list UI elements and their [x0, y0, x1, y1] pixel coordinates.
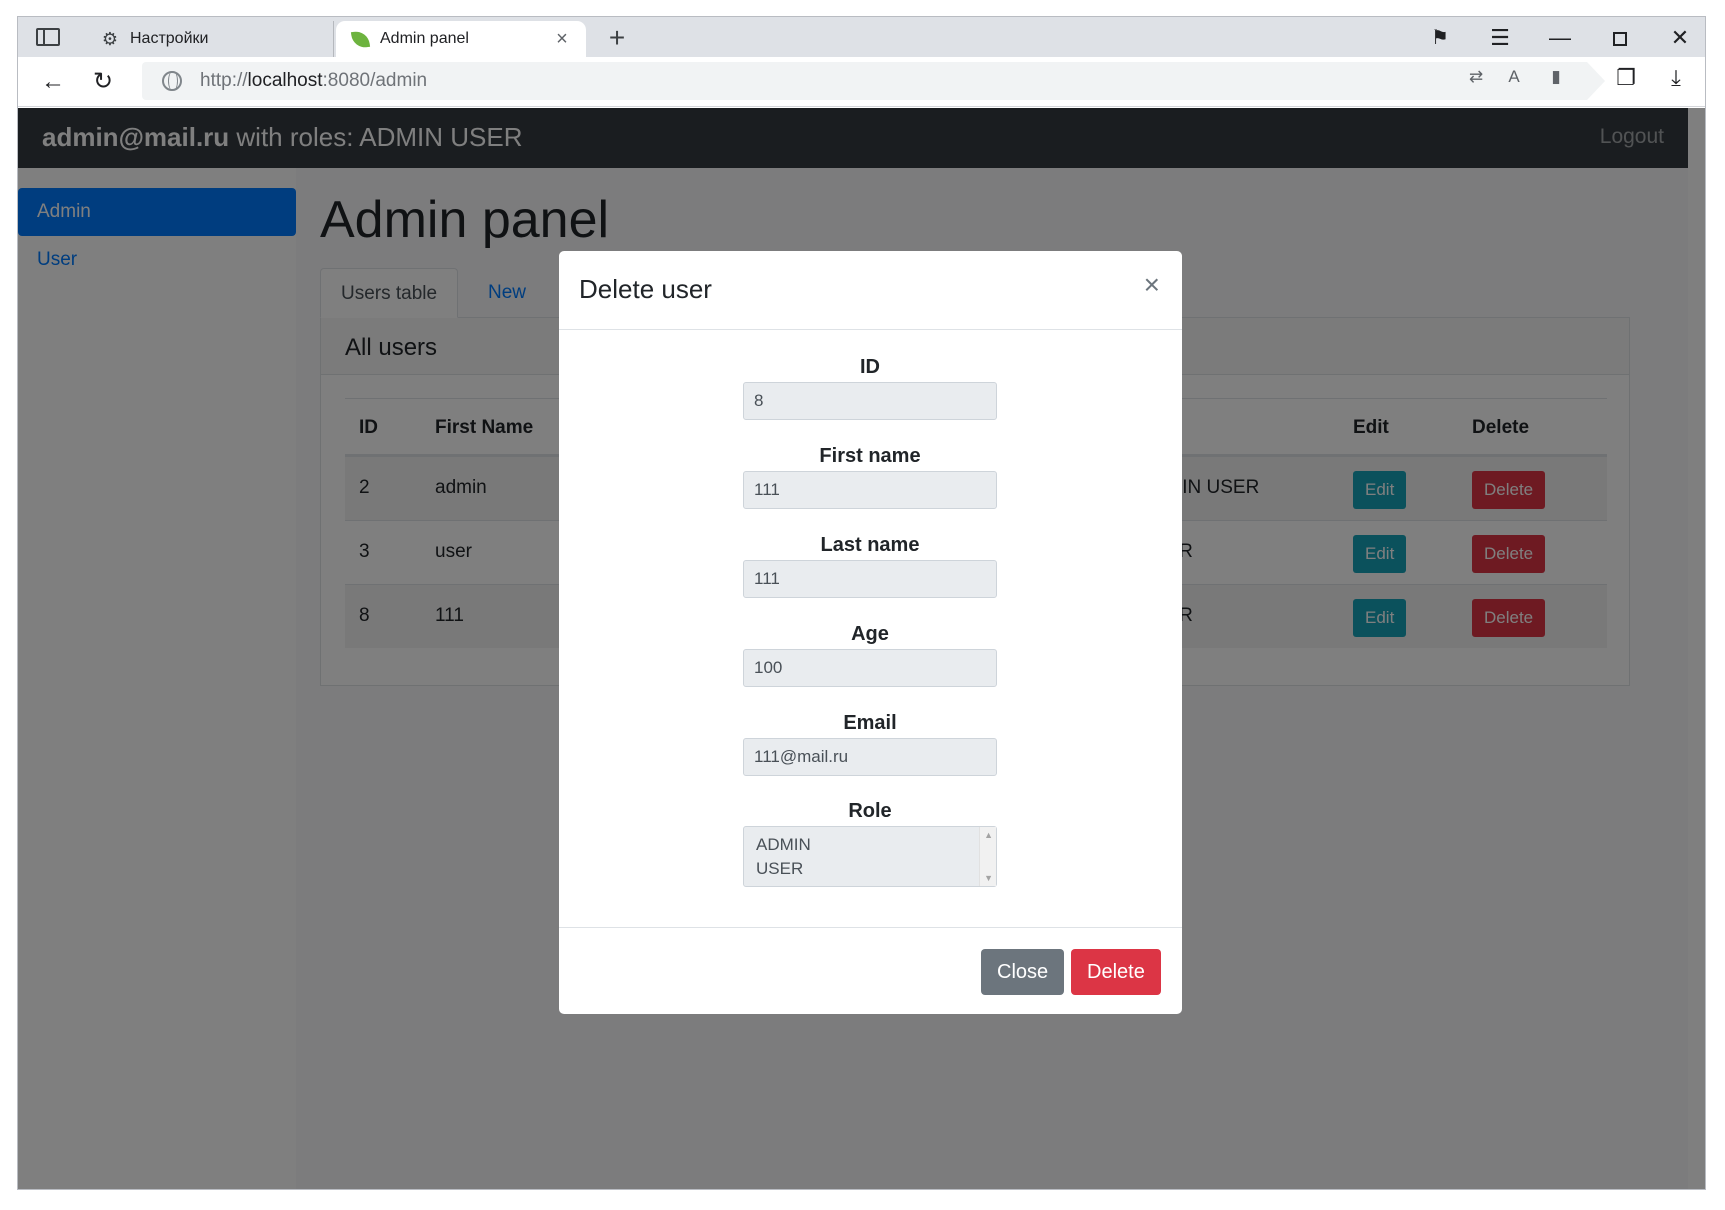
confirm-delete-button[interactable]: Delete [1071, 949, 1161, 995]
url-text: http://localhost:8080/admin [200, 70, 428, 91]
last-name-field[interactable]: 111 [743, 560, 997, 598]
reload-button[interactable]: ↻ [86, 67, 120, 97]
modal-body: ID 8 First name 111 Last name 111 Age 10… [559, 331, 1182, 927]
collections-icon[interactable]: ❐ [1610, 65, 1642, 91]
address-bar: ← ↻ http://localhost:8080/admin ⇄ A ▮ ❐ … [18, 57, 1705, 107]
modal-title: Delete user [579, 274, 712, 304]
tab-strip: ⚙ Настройки Admin panel × + ⚑ ☰ — ✕ [18, 17, 1705, 57]
delete-user-modal: Delete user × ID 8 First name 111 Last n… [559, 251, 1182, 1014]
maximize-icon [1613, 32, 1627, 47]
read-mode-icon[interactable]: A [1502, 67, 1526, 87]
age-label: Age [851, 623, 889, 645]
role-select[interactable]: ADMIN USER ▲ ▼ [743, 826, 997, 887]
close-window-button[interactable]: ✕ [1658, 23, 1702, 53]
email-field[interactable]: 111@mail.ru [743, 738, 997, 776]
field-group-first-name: First name 111 [743, 441, 997, 509]
new-tab-button[interactable]: + [603, 24, 631, 53]
field-group-id: ID 8 [743, 352, 997, 420]
email-label: Email [843, 712, 897, 734]
browser-tab-admin-panel[interactable]: Admin panel × [336, 21, 586, 57]
sidebar-toggle-icon[interactable] [36, 28, 60, 46]
download-icon[interactable]: ⤓ [1660, 65, 1692, 91]
select-scrollbar[interactable]: ▲ ▼ [979, 827, 996, 886]
spring-leaf-icon [350, 29, 370, 49]
id-label: ID [860, 356, 880, 378]
maximize-button[interactable] [1598, 23, 1642, 53]
browser-window: ⚙ Настройки Admin panel × + ⚑ ☰ — ✕ ← ↻ … [17, 16, 1706, 1190]
gear-icon: ⚙ [101, 28, 119, 49]
first-name-field[interactable]: 111 [743, 471, 997, 509]
scroll-down-icon[interactable]: ▼ [984, 873, 993, 883]
minimize-button[interactable]: — [1538, 23, 1582, 53]
last-name-label: Last name [820, 534, 920, 556]
close-button[interactable]: Close [981, 949, 1065, 995]
browser-tab-label: Admin panel [380, 30, 469, 47]
modal-header: Delete user × [559, 251, 1182, 330]
back-button[interactable]: ← [36, 67, 70, 97]
page-viewport: admin@mail.ru with roles: ADMIN USER Log… [18, 108, 1705, 1189]
browser-tab-label: Настройки [130, 30, 209, 47]
globe-icon [162, 71, 182, 91]
close-tab-icon[interactable]: × [552, 29, 572, 49]
first-name-label: First name [819, 445, 921, 467]
field-group-email: Email 111@mail.ru [743, 708, 997, 776]
bookmark-icon[interactable]: ▮ [1544, 67, 1568, 87]
role-label: Role [848, 800, 892, 822]
browser-tab-settings[interactable]: ⚙ Настройки [86, 21, 334, 57]
field-group-age: Age 100 [743, 619, 997, 687]
scroll-up-icon[interactable]: ▲ [984, 830, 993, 840]
field-group-role: Role ADMIN USER ▲ ▼ [743, 796, 997, 887]
id-field[interactable]: 8 [743, 382, 997, 420]
url-field[interactable]: http://localhost:8080/admin [142, 62, 1605, 100]
age-field[interactable]: 100 [743, 649, 997, 687]
bookmarks-icon[interactable]: ⚑ [1418, 23, 1462, 53]
menu-icon[interactable]: ☰ [1478, 23, 1522, 53]
role-option-user[interactable]: USER [756, 857, 984, 881]
modal-footer: Close Delete [559, 927, 1182, 1014]
field-group-last-name: Last name 111 [743, 530, 997, 598]
modal-close-icon[interactable]: × [1144, 271, 1160, 299]
translate-icon[interactable]: ⇄ [1464, 67, 1488, 87]
role-option-admin[interactable]: ADMIN [756, 833, 984, 857]
